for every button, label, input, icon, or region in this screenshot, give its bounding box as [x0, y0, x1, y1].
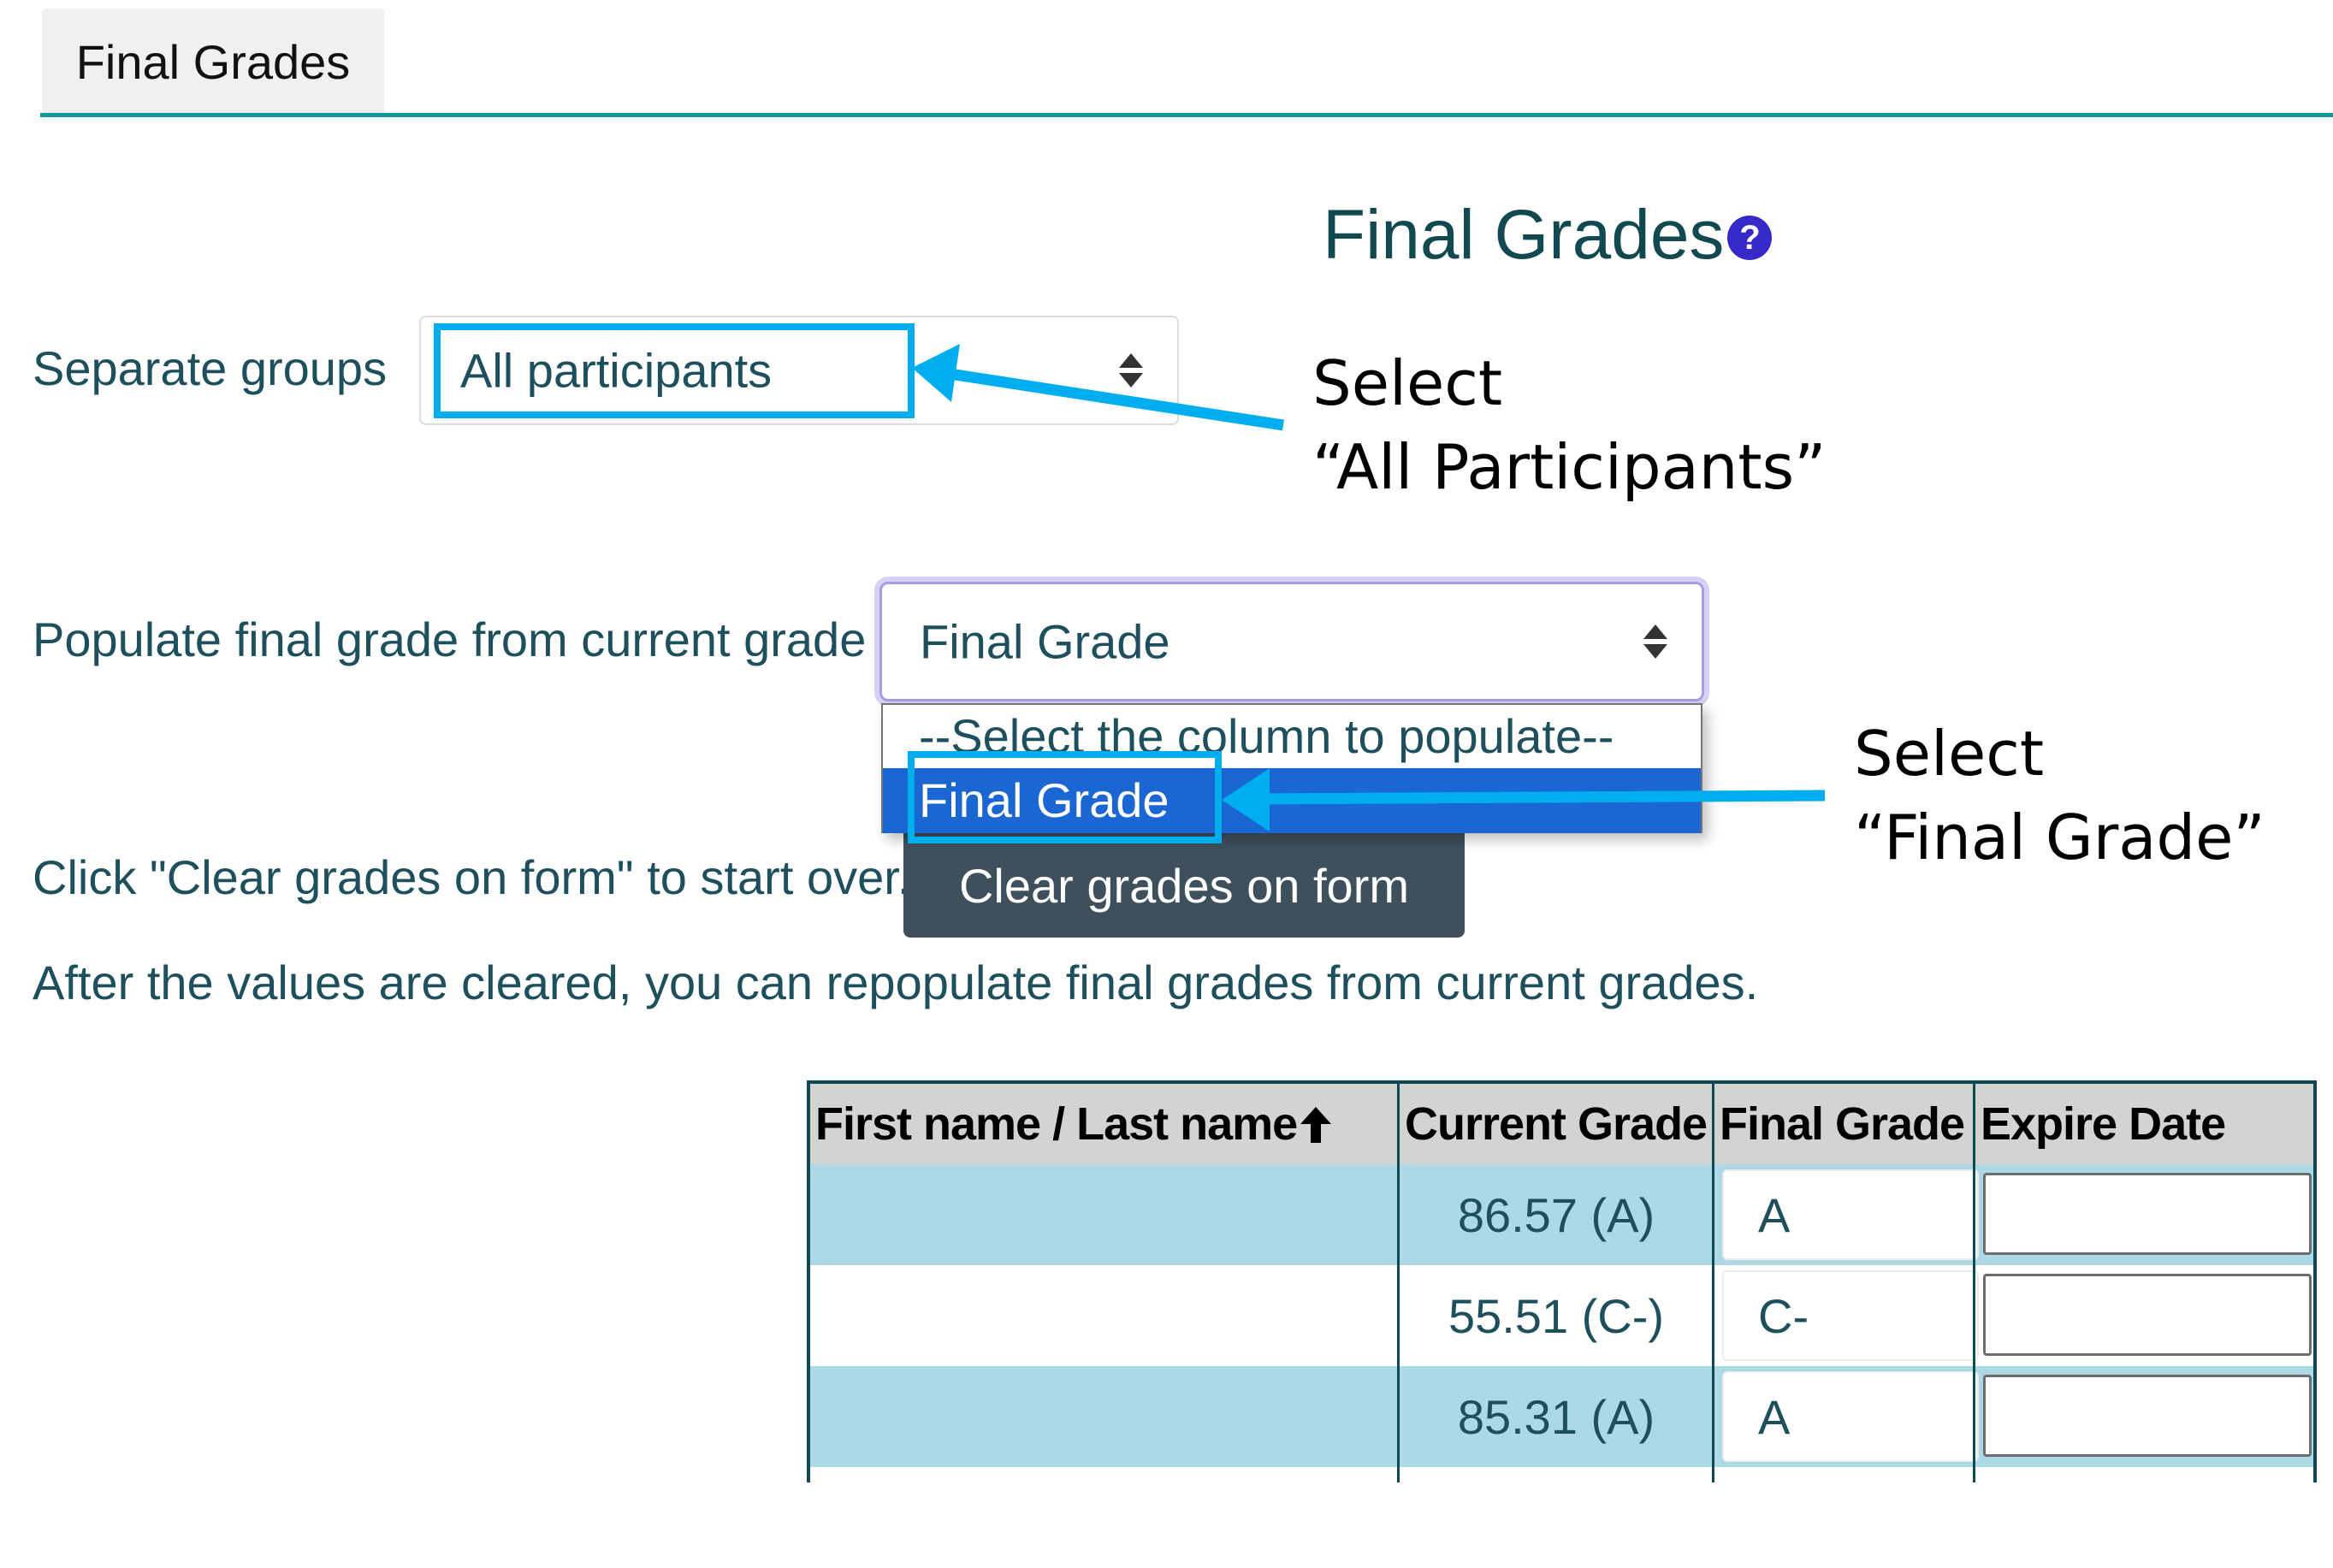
callout-line1: Select — [1854, 718, 2045, 790]
current-grade: 55.51 (C-) — [1448, 1288, 1665, 1343]
table-row: 55.51 (C-) C- — [810, 1265, 2313, 1366]
column-divider — [1397, 1084, 1400, 1482]
final-grade-input[interactable]: A — [1722, 1169, 1979, 1260]
grades-table: First name / Last name Current Grade Fin… — [807, 1080, 2317, 1568]
expire-date-input[interactable] — [1983, 1173, 2312, 1255]
callout-final-grade: “Final Grade” — [1854, 802, 2265, 873]
student-name — [810, 1366, 1397, 1467]
table-row — [810, 1467, 2313, 1568]
expire-date-input[interactable] — [1983, 1375, 2312, 1457]
callout-all-participants: “All Participants” — [1312, 431, 1827, 503]
current-grade: 85.31 (A) — [1457, 1389, 1655, 1444]
table-row: 85.31 (A) A — [810, 1366, 2313, 1467]
arrow-final-grade — [1222, 768, 1826, 831]
expire-date-input[interactable] — [1983, 1274, 2312, 1356]
arrow-all-participants — [912, 344, 1284, 431]
column-divider — [1973, 1084, 1975, 1482]
column-divider — [1712, 1084, 1714, 1482]
student-name — [810, 1164, 1397, 1265]
column-header-expire-date: Expire Date — [1975, 1084, 2313, 1164]
column-header-current-grade: Current Grade — [1400, 1084, 1712, 1164]
column-header-name[interactable]: First name / Last name — [810, 1084, 1397, 1164]
student-name — [810, 1265, 1397, 1366]
callout-line1: Select — [1312, 347, 1503, 419]
final-grade-input[interactable]: C- — [1722, 1270, 1979, 1361]
current-grade: 86.57 (A) — [1457, 1187, 1655, 1242]
column-header-final-grade: Final Grade — [1714, 1084, 1973, 1164]
final-grade-input[interactable]: A — [1722, 1371, 1979, 1462]
arrow-up-icon — [1300, 1107, 1332, 1143]
table-row: 86.57 (A) A — [810, 1164, 2313, 1265]
